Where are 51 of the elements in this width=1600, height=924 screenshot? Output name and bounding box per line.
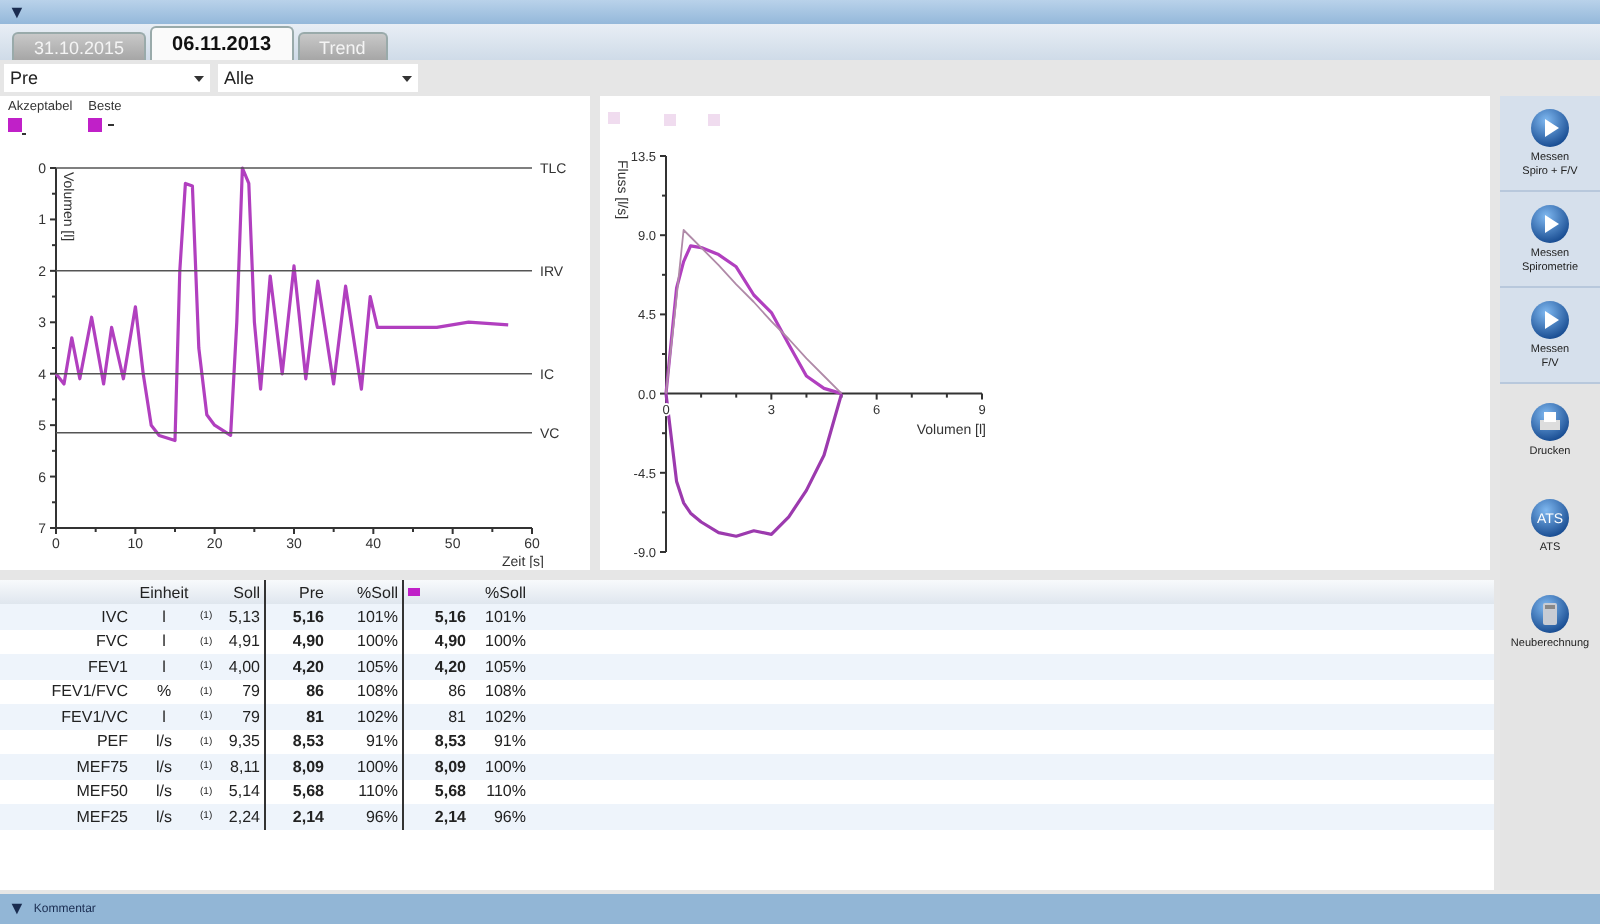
table-cell-text: 101% [483, 605, 528, 629]
row-label: MEF25 [74, 805, 130, 829]
row-label: IVC [99, 605, 130, 629]
table-cell-text: 101% [355, 605, 400, 629]
table-cell-text: 4,00 [228, 655, 262, 679]
table-cell-text: 91% [363, 730, 400, 754]
column-header: Einheit [137, 581, 191, 604]
table-cell-text: l/s [154, 805, 174, 829]
table-cell-text: 110% [484, 780, 528, 804]
table-cell-text: 79 [240, 705, 262, 729]
table-cell-text: 110% [356, 780, 400, 804]
table-cell: 2,14 [402, 804, 470, 829]
column-header: %Soll [483, 581, 528, 604]
table-cell-text: l [160, 605, 168, 629]
table-cell-text: 100% [355, 755, 400, 779]
table-cell-text: 5,13 [228, 605, 262, 629]
row-label: FVC [94, 630, 130, 654]
table-cell-text: l [160, 705, 168, 729]
table-cell-text: 100% [483, 755, 528, 779]
table-cell-text: % [154, 680, 174, 704]
table-cell-text: 4,91 [228, 630, 262, 654]
table-cell-text: 100% [483, 630, 528, 654]
table-cell-text: 5,14 [228, 780, 262, 804]
row-label: MEF50 [74, 780, 130, 804]
table-cell-text: l/s [154, 755, 174, 779]
table-cell-text: l/s [154, 730, 174, 754]
row-label: MEF75 [74, 755, 130, 779]
column-header: %Soll [355, 581, 400, 604]
row-label: FEV1 [85, 655, 130, 679]
table-cell-text: 105% [483, 655, 528, 679]
table-cell-text: 96% [491, 805, 528, 829]
row-label: FEV1/VC [59, 705, 130, 729]
table-cell-text: 108% [483, 680, 528, 704]
table-cell-text: l [160, 655, 168, 679]
table-cell-text: l [160, 630, 168, 654]
table-cell-text: 79 [240, 680, 262, 704]
table-cell-text: 9,35 [228, 730, 262, 754]
table-cell-text: 2,24 [228, 805, 262, 829]
table-cell: 2,14 [264, 804, 328, 829]
row-label: FEV1/FVC [49, 680, 130, 704]
table-cell-text: 91% [491, 730, 528, 754]
table-cell-text: 108% [355, 680, 400, 704]
row-label: PEF [94, 730, 130, 754]
table-cell-text: 102% [483, 705, 528, 729]
table-cell-text: 105% [355, 655, 400, 679]
table-cell-text: 100% [355, 630, 400, 654]
table-cell-text: 102% [355, 705, 400, 729]
column-header: Soll [231, 581, 262, 604]
table-cell-text: l/s [154, 780, 174, 804]
table-cell-text: 8,11 [228, 755, 262, 779]
table-cell-text: 96% [363, 805, 400, 829]
